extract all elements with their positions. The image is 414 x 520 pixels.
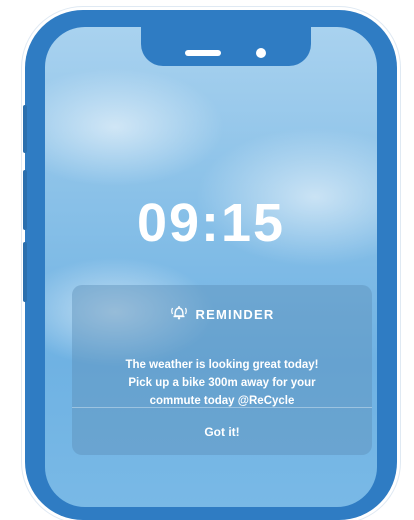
notification-card[interactable]: REMINDER The weather is looking great to… (72, 285, 372, 455)
lockscreen-clock: 09:15 (136, 193, 286, 253)
cloud (45, 67, 225, 187)
notification-message: The weather is looking great today! Pick… (125, 359, 319, 407)
notification-header: REMINDER (72, 304, 372, 325)
side-button (23, 105, 27, 153)
bell-icon (170, 304, 188, 325)
volume-down-button (23, 242, 27, 302)
speaker-grille (185, 50, 221, 56)
notification-title: REMINDER (195, 307, 275, 322)
phone-frame: 09:15 REMINDER The weather is looking gr… (23, 10, 397, 520)
notch (141, 27, 311, 66)
front-camera (256, 48, 266, 58)
volume-up-button (23, 170, 27, 230)
got-it-button[interactable]: Got it! (72, 408, 372, 455)
